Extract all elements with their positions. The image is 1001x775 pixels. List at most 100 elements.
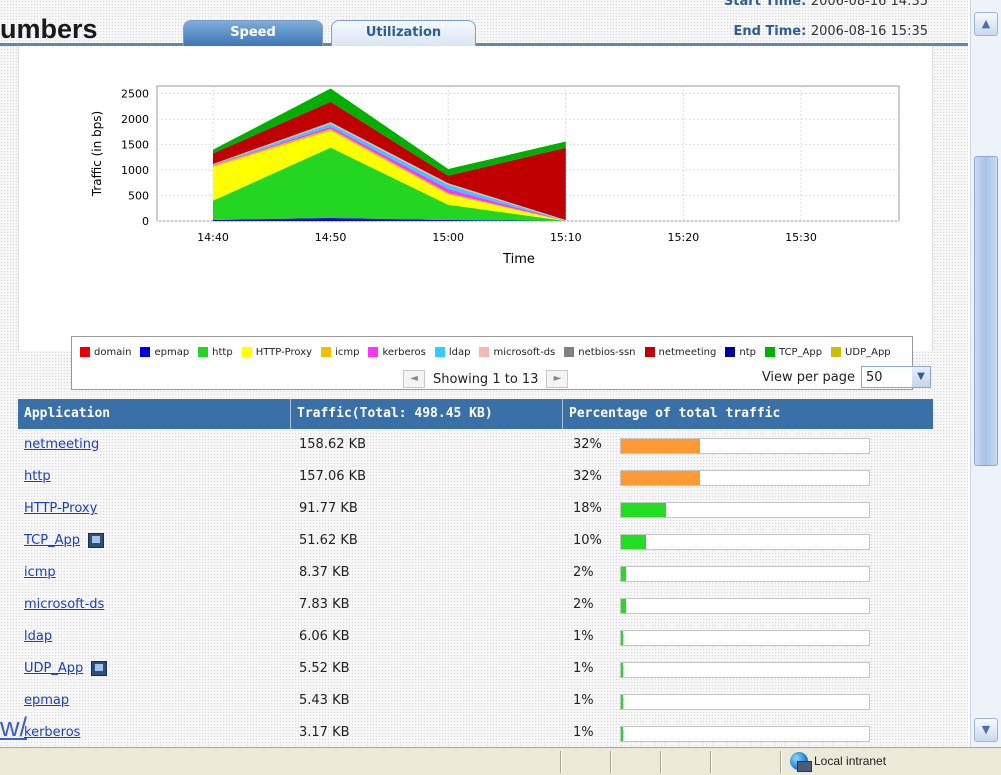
status-divider — [560, 751, 562, 773]
table-row: icmp 8.37 KB 2% — [18, 557, 933, 589]
status-divider — [710, 751, 712, 773]
column-header-application[interactable]: Application — [18, 399, 290, 429]
x-tick-label: 14:50 — [315, 231, 347, 244]
x-tick-label: 15:30 — [785, 231, 817, 244]
tab-utilization[interactable]: Utilization — [331, 20, 476, 46]
table-row: HTTP-Proxy 91.77 KB 18% — [18, 493, 933, 525]
per-page-control: View per page 50 ▼ — [762, 366, 931, 388]
scroll-up-button[interactable]: ▲ — [974, 12, 998, 36]
percentage-cell: 2% — [573, 597, 594, 612]
application-cell: TCP_App — [18, 525, 104, 557]
y-tick-label: 0 — [142, 215, 149, 228]
overlay-heading-fragment: umbers — [0, 14, 98, 44]
application-link[interactable]: TCP_App — [24, 533, 80, 548]
traffic-cell: 3.17 KB — [299, 725, 350, 740]
end-time: End Time: 2006-08-16 15:35 — [733, 24, 928, 39]
start-time-value: 2006-08-16 14:35 — [810, 0, 928, 9]
overlay-link-fragment[interactable]: w/ — [0, 712, 27, 743]
traffic-chart: 0 500 1000 1500 2000 2500 14:40 14:50 15:00 15:10… — [90, 85, 900, 267]
percentage-bar-fill — [621, 631, 624, 645]
chevron-down-icon: ▼ — [912, 367, 930, 387]
status-divider — [610, 751, 612, 773]
application-link[interactable]: kerberos — [24, 725, 80, 740]
percentage-bar-fill — [621, 599, 626, 613]
application-cell: UDP_App — [18, 653, 108, 685]
application-link[interactable]: ldap — [24, 629, 52, 644]
percentage-cell: 32% — [573, 437, 602, 452]
percentage-cell: 1% — [573, 661, 594, 676]
traffic-chart-panel: 0 500 1000 1500 2000 2500 14:40 14:50 15:00 15:10… — [18, 46, 933, 390]
application-link[interactable]: HTTP-Proxy — [24, 501, 97, 516]
percentage-cell: 1% — [573, 629, 594, 644]
percentage-cell: 2% — [573, 565, 594, 580]
traffic-cell: 7.83 KB — [299, 597, 350, 612]
percentage-bar — [620, 662, 870, 678]
y-axis-title: Traffic (in bps) — [90, 111, 104, 197]
x-tick-label: 15:00 — [432, 231, 464, 244]
traffic-cell: 5.43 KB — [299, 693, 350, 708]
percentage-bar — [620, 502, 870, 518]
percentage-bar — [620, 598, 870, 614]
application-link[interactable]: icmp — [24, 565, 56, 580]
vertical-scrollbar[interactable]: ▲ ▼ — [970, 0, 1001, 747]
application-link[interactable]: netmeeting — [24, 437, 99, 452]
x-axis-title: Time — [502, 252, 535, 267]
local-intranet-icon — [790, 752, 812, 772]
percentage-cell: 10% — [573, 533, 602, 548]
tab-bar: Speed Utilization Start Time: 2006-08-16… — [0, 0, 968, 46]
percentage-bar-fill — [621, 471, 701, 485]
percentage-bar — [620, 566, 870, 582]
security-zone-label: Local intranet — [814, 754, 887, 768]
application-link[interactable]: microsoft-ds — [24, 597, 104, 612]
status-divider — [780, 751, 782, 773]
monitor-icon[interactable] — [88, 533, 104, 548]
y-tick-label: 500 — [128, 190, 149, 203]
percentage-bar — [620, 726, 870, 742]
pager: ◄ Showing 1 to 13 ► — [403, 370, 569, 388]
traffic-cell: 158.62 KB — [299, 437, 367, 452]
percentage-bar-fill — [621, 567, 626, 581]
traffic-cell: 8.37 KB — [299, 565, 350, 580]
column-header-traffic[interactable]: Traffic(Total: 498.45 KB) — [290, 399, 562, 429]
end-time-value: 2006-08-16 15:35 — [810, 24, 928, 39]
y-tick-label: 2500 — [121, 88, 149, 101]
end-time-label: End Time: — [733, 24, 807, 39]
monitor-icon[interactable] — [91, 661, 108, 676]
pager-prev-button[interactable]: ◄ — [403, 370, 425, 388]
percentage-bar — [620, 534, 870, 550]
application-cell: http — [18, 461, 51, 493]
tab-speed[interactable]: Speed — [183, 20, 323, 46]
scroll-thumb[interactable] — [974, 156, 998, 466]
percentage-bar-fill — [621, 727, 624, 741]
y-tick-label: 2000 — [121, 113, 149, 126]
percentage-bar — [620, 438, 870, 454]
scroll-down-button[interactable]: ▼ — [974, 718, 998, 742]
percentage-bar-fill — [621, 535, 646, 549]
status-bar: Local intranet — [0, 747, 1001, 775]
percentage-bar-fill — [621, 439, 701, 453]
traffic-cell: 91.77 KB — [299, 501, 358, 516]
percentage-cell: 1% — [573, 725, 594, 740]
percentage-cell: 18% — [573, 501, 602, 516]
report-page: Speed Utilization Start Time: 2006-08-16… — [0, 0, 968, 747]
pager-next-button[interactable]: ► — [546, 370, 569, 388]
percentage-bar-fill — [621, 695, 624, 709]
column-header-percentage[interactable]: Percentage of total traffic — [562, 399, 933, 429]
table-body: netmeeting 158.62 KB 32% http 157.06 KB 32% HT… — [18, 429, 933, 749]
application-link[interactable]: UDP_App — [24, 661, 83, 676]
table-row: kerberos 3.17 KB 1% — [18, 717, 933, 749]
x-tick-label: 15:10 — [550, 231, 582, 244]
start-time: Start Time: 2006-08-16 14:35 — [724, 0, 928, 9]
application-link[interactable]: epmap — [24, 693, 69, 708]
application-link[interactable]: http — [24, 469, 51, 484]
percentage-bar-fill — [621, 503, 666, 517]
traffic-cell: 6.06 KB — [299, 629, 350, 644]
pager-text: Showing 1 to 13 — [433, 371, 539, 387]
table-row: UDP_App 5.52 KB 1% — [18, 653, 933, 685]
status-divider — [660, 751, 662, 773]
table-header: Application Traffic(Total: 498.45 KB) Pe… — [18, 399, 933, 429]
application-cell: ldap — [18, 621, 52, 653]
per-page-select[interactable]: 50 ▼ — [861, 366, 931, 388]
application-cell: kerberos — [18, 717, 80, 749]
table-row: netmeeting 158.62 KB 32% — [18, 429, 933, 461]
